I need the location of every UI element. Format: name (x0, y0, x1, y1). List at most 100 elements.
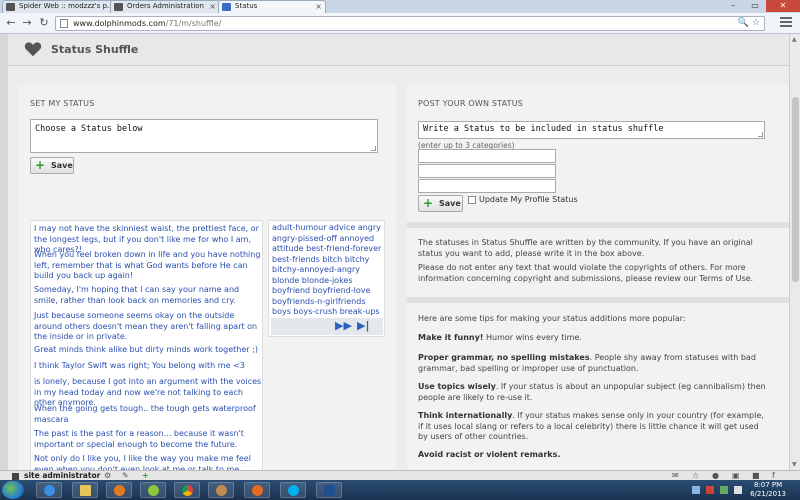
category-pager: ▶▶ ▶| (271, 318, 383, 335)
browser-tab-status[interactable]: Status × (218, 0, 326, 13)
add-icon[interactable]: + (142, 471, 149, 480)
photoshop-icon[interactable] (316, 482, 342, 498)
tray-icon[interactable] (706, 486, 714, 494)
edit-icon[interactable]: ✎ (122, 471, 129, 480)
windows-taskbar: 8:07 PM 6/21/2013 (0, 480, 800, 500)
close-tab-icon[interactable]: × (315, 1, 322, 12)
zoom-star-icons[interactable]: 🔍 ☆ (738, 18, 760, 28)
update-profile-label: Update My Profile Status (479, 195, 578, 204)
paint-icon[interactable] (208, 482, 234, 498)
plus-icon: + (423, 196, 434, 210)
status-item[interactable]: I think Taylor Swift was right; You belo… (34, 361, 262, 372)
internet-explorer-icon[interactable] (36, 482, 62, 498)
close-window-icon[interactable]: ✕ (766, 0, 800, 12)
section-divider (407, 297, 789, 303)
update-profile-checkbox[interactable] (468, 196, 476, 204)
url-text: www.dolphinmods.com/71/m/shuffle/ (73, 19, 222, 28)
chrome-icon[interactable] (174, 482, 200, 498)
firefox-icon[interactable] (244, 482, 270, 498)
network-icon[interactable] (720, 486, 728, 494)
status-item[interactable]: The past is the past for a reason... bec… (34, 429, 262, 450)
reload-icon[interactable]: ↻ (37, 16, 51, 30)
resize-handle-icon[interactable] (758, 132, 763, 137)
scroll-thumb[interactable] (792, 97, 799, 282)
scroll-up-icon[interactable]: ▲ (792, 36, 797, 43)
page-scrollbar[interactable]: ▲ ▼ (789, 34, 800, 470)
admin-user-name[interactable]: site administrator (24, 471, 100, 480)
heart-icon (24, 42, 42, 57)
user-icon[interactable]: ● (712, 471, 719, 480)
site-favicon-icon (114, 3, 123, 11)
tip-item: Think internationally. If your status ma… (418, 411, 764, 441)
gear-icon[interactable]: ⚙ (104, 471, 111, 480)
post-save-button[interactable]: + Save (418, 195, 463, 212)
back-icon[interactable]: ← (4, 16, 18, 30)
star-icon[interactable]: ☆ (692, 471, 699, 480)
status-item[interactable]: Great minds think alike but dirty minds … (34, 345, 262, 356)
info-paragraph-2: Please do not enter any text that would … (418, 263, 754, 283)
status-list: I may not have the skinniest waist, the … (30, 220, 263, 470)
system-clock[interactable]: 8:07 PM 6/21/2013 (750, 481, 786, 499)
explorer-folder-icon[interactable] (72, 482, 98, 498)
cart-icon[interactable]: ▣ (732, 471, 740, 480)
skype-icon[interactable] (280, 482, 306, 498)
status-textarea[interactable]: Choose a Status below (30, 119, 378, 153)
tip-item: Use topics wisely. If your status is abo… (418, 382, 766, 402)
forward-icon[interactable]: → (20, 16, 34, 30)
maximize-icon[interactable]: ▭ (744, 0, 766, 12)
new-status-textarea[interactable]: Write a Status to be included in status … (418, 121, 765, 139)
admin-bar: site administrator ⚙ ✎ + ✉ ☆ ● ▣ ■ f (0, 470, 800, 480)
page-header: Status Shuffle (8, 34, 789, 66)
tab-label: Spider Web :: modzzz's p... (19, 2, 114, 10)
status-item[interactable]: Just because someone seems okay on the o… (34, 311, 262, 343)
tab-label: Status (235, 2, 258, 10)
tips-intro: Here are some tips for making your statu… (418, 314, 686, 323)
next-page-icon[interactable]: ▶▶ (335, 319, 352, 332)
lock-icon[interactable]: ■ (752, 471, 760, 480)
address-bar: ← → ↻ www.dolphinmods.com/71/m/shuffle/ … (0, 13, 800, 34)
status-item[interactable]: Someday, I'm hoping that I can say your … (34, 285, 262, 306)
url-input[interactable]: www.dolphinmods.com/71/m/shuffle/ 🔍 ☆ (55, 16, 765, 31)
status-item[interactable]: Not only do I like you, I like the way y… (34, 454, 262, 470)
set-status-panel: SET MY STATUS Choose a Status below + Sa… (18, 85, 396, 470)
tray-icon[interactable] (692, 486, 700, 494)
last-page-icon[interactable]: ▶| (357, 319, 369, 332)
section-divider (407, 222, 789, 228)
tab-strip: Spider Web :: modzzz's p... × Orders Adm… (0, 0, 800, 13)
scroll-down-icon[interactable]: ▼ (792, 461, 797, 468)
post-status-heading: POST YOUR OWN STATUS (418, 99, 524, 108)
close-tab-icon[interactable]: × (209, 1, 216, 12)
browser-tab-orders[interactable]: Orders Administration × (110, 0, 220, 13)
minimize-icon[interactable]: – (722, 0, 744, 12)
category-list: adult-humour advice angry angry-pissed-o… (268, 220, 385, 337)
site-favicon-icon (222, 3, 231, 11)
resize-handle-icon[interactable] (371, 146, 376, 151)
status-item[interactable]: When you feel broken down in life and yo… (34, 250, 262, 282)
category-input-3[interactable] (418, 179, 556, 193)
facebook-icon[interactable]: f (772, 471, 775, 480)
chrome-menu-icon[interactable] (780, 17, 792, 27)
page-icon (60, 19, 68, 28)
post-status-panel: POST YOUR OWN STATUS Write a Status to b… (407, 85, 789, 470)
tab-label: Orders Administration (127, 2, 204, 10)
tip-item: Avoid racist or violent remarks. (418, 450, 561, 459)
status-item[interactable]: When the going gets tough.. the tough ge… (34, 404, 262, 425)
page-content: Status Shuffle SET MY STATUS Choose a St… (8, 34, 789, 470)
plus-icon: + (35, 158, 46, 172)
tip-item: Make it funny! Humor wins every time. (418, 333, 582, 342)
site-favicon-icon (6, 3, 15, 11)
info-paragraph-1: The statuses in Status Shuffle are writt… (418, 238, 753, 258)
window-controls: – ▭ ✕ (722, 0, 800, 13)
tip-item: Proper grammar, no spelling mistakes. Pe… (418, 353, 756, 373)
start-button[interactable] (2, 481, 24, 499)
save-status-button[interactable]: + Save (30, 157, 74, 174)
category-input-2[interactable] (418, 164, 556, 178)
category-links[interactable]: adult-humour advice angry angry-pissed-o… (272, 223, 384, 328)
editor-icon[interactable] (140, 482, 166, 498)
admin-menu-icon[interactable] (12, 473, 19, 480)
mail-icon[interactable]: ✉ (672, 471, 679, 480)
media-player-icon[interactable] (106, 482, 132, 498)
page-title: Status Shuffle (51, 43, 139, 56)
volume-icon[interactable] (734, 486, 742, 494)
category-input-1[interactable] (418, 149, 556, 163)
